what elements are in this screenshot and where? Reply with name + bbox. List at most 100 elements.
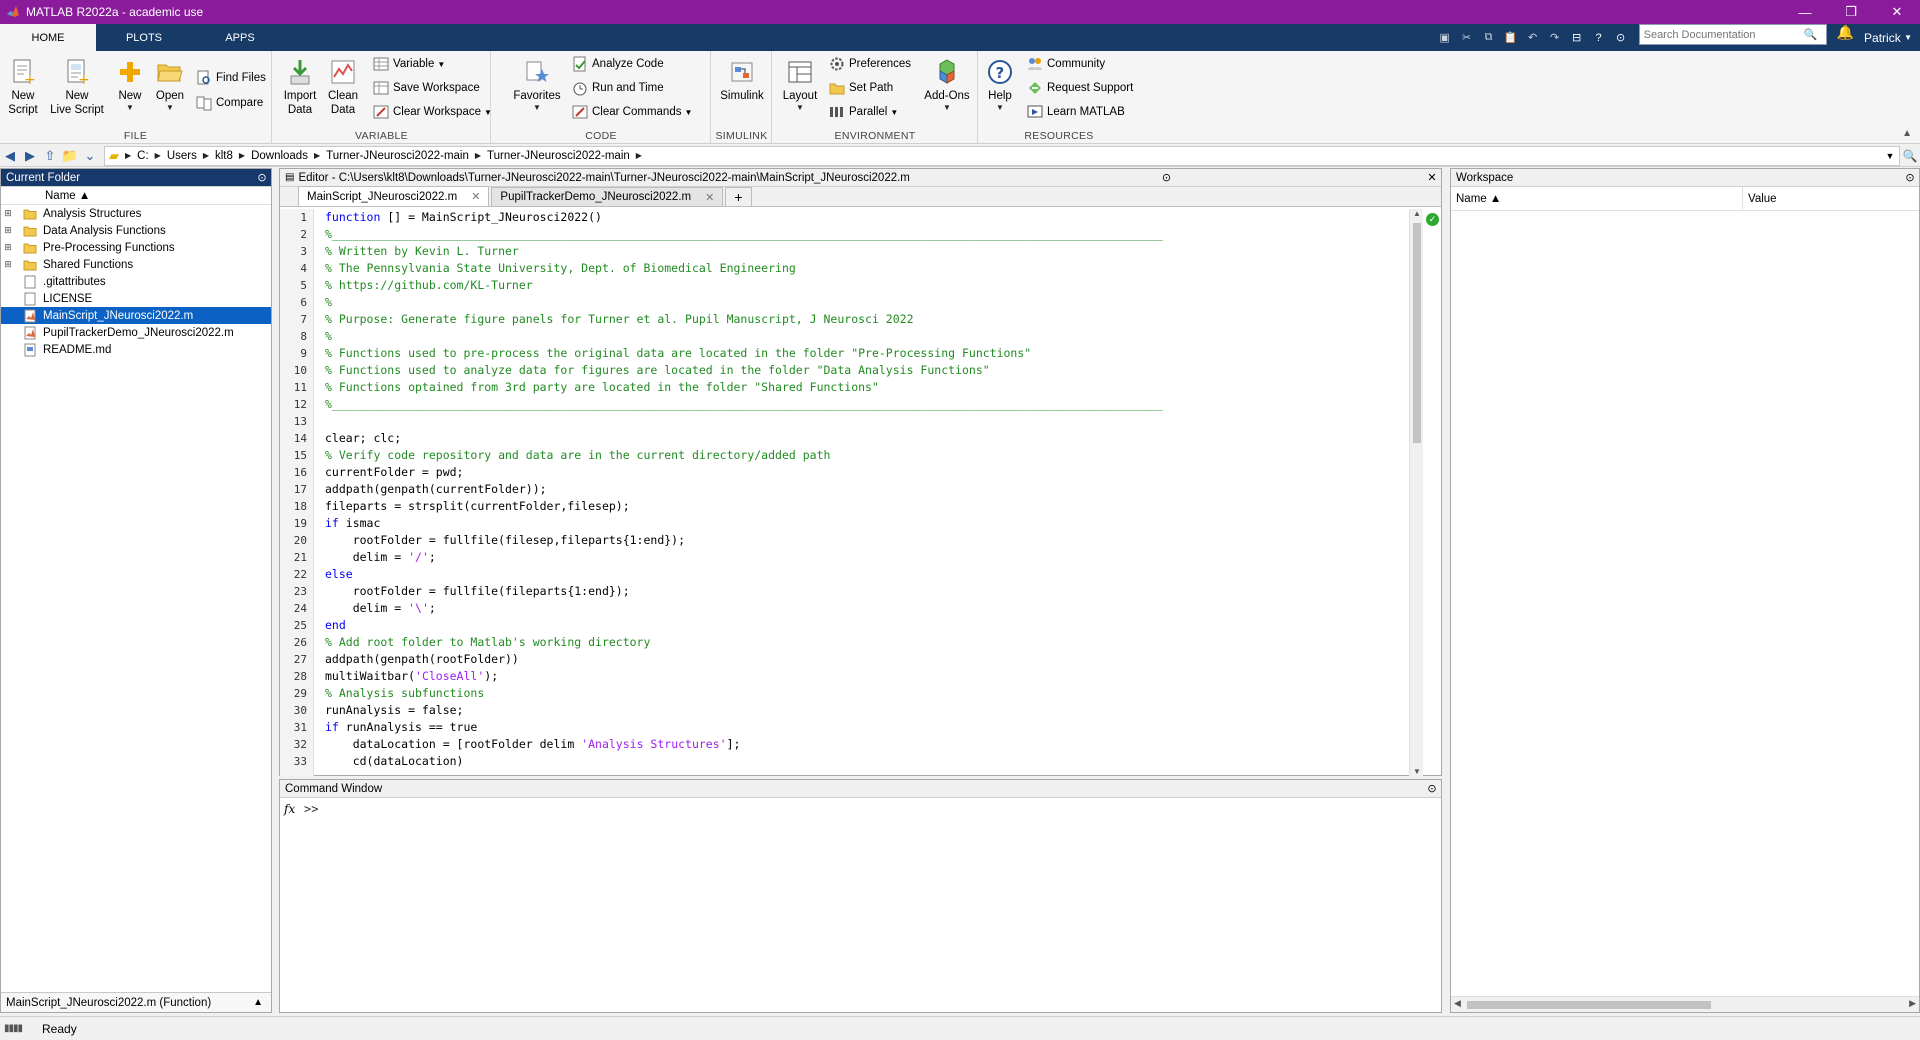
column-header-name[interactable]: Name ▲ (1, 187, 271, 205)
file-list-item[interactable]: ⊞ Shared Functions (1, 256, 271, 273)
redo-icon[interactable]: ↷ (1545, 29, 1565, 47)
code-line[interactable]: multiWaitbar('CloseAll'); (325, 668, 1163, 685)
back-icon[interactable]: ◀ (0, 146, 20, 166)
line-number[interactable]: 2 (280, 226, 313, 243)
code-line[interactable]: % Verify code repository and data are in… (325, 447, 1163, 464)
learn-matlab-button[interactable]: Learn MATLAB (1027, 101, 1125, 123)
notification-bell-icon[interactable]: 🔔 (1831, 24, 1860, 51)
breadcrumb-item[interactable]: Turner-JNeurosci2022-main (481, 150, 636, 162)
file-list-item[interactable]: LICENSE (1, 290, 271, 307)
restore-button[interactable]: ❐ (1828, 0, 1874, 24)
file-list-item[interactable]: .gitattributes (1, 273, 271, 290)
new-tab-button[interactable]: + (725, 187, 752, 206)
set-path-button[interactable]: Set Path (829, 77, 893, 99)
breadcrumb-item[interactable]: Downloads (245, 150, 314, 162)
code-line[interactable]: % Analysis subfunctions (325, 685, 1163, 702)
line-number[interactable]: 30 (280, 702, 313, 719)
line-number[interactable]: 1 (280, 209, 313, 226)
variable-button[interactable]: Variable ▼ (373, 53, 445, 75)
code-line[interactable]: % Functions optained from 3rd party are … (325, 379, 1163, 396)
code-line[interactable]: end (325, 617, 1163, 634)
help-icon[interactable]: ? (1589, 29, 1609, 47)
code-line[interactable]: rootFolder = fullfile(filesep,fileparts{… (325, 532, 1163, 549)
search-folder-icon[interactable]: 🔍 (1900, 149, 1920, 163)
code-line[interactable]: clear; clc; (325, 430, 1163, 447)
file-list-item[interactable]: MainScript_JNeurosci2022.m (1, 307, 271, 324)
open-button[interactable]: Open ▼ (152, 57, 188, 113)
code-line[interactable]: % (325, 328, 1163, 345)
code-line[interactable] (325, 413, 1163, 430)
line-number[interactable]: 27 (280, 651, 313, 668)
preferences-button[interactable]: Preferences (829, 53, 911, 75)
copy-icon[interactable]: ⧉ (1479, 29, 1499, 47)
breadcrumb-item[interactable]: Turner-JNeurosci2022-main (320, 150, 475, 162)
code-line[interactable]: % Purpose: Generate figure panels for Tu… (325, 311, 1163, 328)
code-line[interactable]: %_______________________________________… (325, 396, 1163, 413)
line-number[interactable]: 22 (280, 566, 313, 583)
code-line[interactable]: function [] = MainScript_JNeurosci2022() (325, 209, 1163, 226)
chevron-down-icon[interactable]: ▼ (1881, 151, 1899, 161)
scroll-left-icon[interactable]: ◀ (1454, 998, 1461, 1009)
tab-apps[interactable]: APPS (192, 24, 288, 51)
simulink-button[interactable]: Simulink (716, 57, 768, 103)
code-line[interactable]: addpath(genpath(rootFolder)) (325, 651, 1163, 668)
expand-icon[interactable]: ⊞ (1, 208, 15, 219)
file-list-item[interactable]: ⊞ Pre-Processing Functions (1, 239, 271, 256)
code-line[interactable]: delim = '\'; (325, 600, 1163, 617)
clear-commands-button[interactable]: Clear Commands ▼ (572, 101, 692, 123)
breadcrumb-item[interactable]: klt8 (209, 150, 239, 162)
code-analyzer-ok-icon[interactable]: ✓ (1426, 213, 1439, 226)
new-button[interactable]: New ▼ (114, 57, 146, 113)
code-line[interactable]: % https://github.com/KL-Turner (325, 277, 1163, 294)
code-line[interactable]: if ismac (325, 515, 1163, 532)
code-line[interactable]: runAnalysis = false; (325, 702, 1163, 719)
line-number[interactable]: 14 (280, 430, 313, 447)
layout-button[interactable]: Layout ▼ (779, 57, 821, 113)
column-header-name[interactable]: Name ▲ (1451, 187, 1743, 210)
line-number[interactable]: 4 (280, 260, 313, 277)
line-number[interactable]: 23 (280, 583, 313, 600)
code-line[interactable]: % The Pennsylvania State University, Dep… (325, 260, 1163, 277)
folder-history-icon[interactable]: ⌄ (80, 146, 100, 166)
minimize-button[interactable]: — (1782, 0, 1828, 24)
favorites-button[interactable]: Favorites ▼ (512, 57, 562, 113)
line-number[interactable]: 29 (280, 685, 313, 702)
line-number[interactable]: 11 (280, 379, 313, 396)
request-support-button[interactable]: Request Support (1027, 77, 1133, 99)
line-number[interactable]: 12 (280, 396, 313, 413)
search-input[interactable] (1643, 28, 1804, 41)
tab-pupiltrackerdemo[interactable]: PupilTrackerDemo_JNeurosci2022.m ✕ (491, 187, 724, 206)
code-line[interactable]: cd(dataLocation) (325, 753, 1163, 770)
import-data-button[interactable]: Import Data (281, 57, 319, 117)
file-list-item[interactable]: README.md (1, 341, 271, 358)
code-line[interactable]: delim = '/'; (325, 549, 1163, 566)
line-number[interactable]: 3 (280, 243, 313, 260)
panel-menu-icon[interactable]: ⊙ (253, 171, 271, 184)
code-line[interactable]: %_______________________________________… (325, 226, 1163, 243)
cut-icon[interactable]: ✂ (1457, 29, 1477, 47)
line-number[interactable]: 28 (280, 668, 313, 685)
line-number[interactable]: 10 (280, 362, 313, 379)
expand-icon[interactable]: ⊞ (1, 242, 15, 253)
analyze-code-button[interactable]: Analyze Code (572, 53, 664, 75)
tab-mainscript[interactable]: MainScript_JNeurosci2022.m ✕ (298, 186, 490, 206)
find-files-button[interactable]: Find Files (196, 67, 266, 89)
line-number[interactable]: 6 (280, 294, 313, 311)
search-icon[interactable]: 🔍 (1804, 28, 1818, 41)
line-number[interactable]: 19 (280, 515, 313, 532)
code-line[interactable]: currentFolder = pwd; (325, 464, 1163, 481)
line-number[interactable]: 15 (280, 447, 313, 464)
workspace-horizontal-scrollbar[interactable]: ◀ ▶ (1451, 996, 1919, 1012)
line-number[interactable]: 16 (280, 464, 313, 481)
community-button[interactable]: Community (1027, 53, 1105, 75)
code-line[interactable]: % Written by Kevin L. Turner (325, 243, 1163, 260)
forward-icon[interactable]: ▶ (20, 146, 40, 166)
community-icon[interactable]: ⊙ (1611, 29, 1631, 47)
new-live-script-button[interactable]: + New Live Script (48, 57, 106, 117)
scrollbar-thumb[interactable] (1413, 223, 1421, 443)
run-and-time-button[interactable]: Run and Time (572, 77, 664, 99)
save-icon[interactable]: ▣ (1435, 29, 1455, 47)
column-header-value[interactable]: Value (1743, 187, 1777, 210)
code-line[interactable]: addpath(genpath(currentFolder)); (325, 481, 1163, 498)
file-list-item[interactable]: PupilTrackerDemo_JNeurosci2022.m (1, 324, 271, 341)
